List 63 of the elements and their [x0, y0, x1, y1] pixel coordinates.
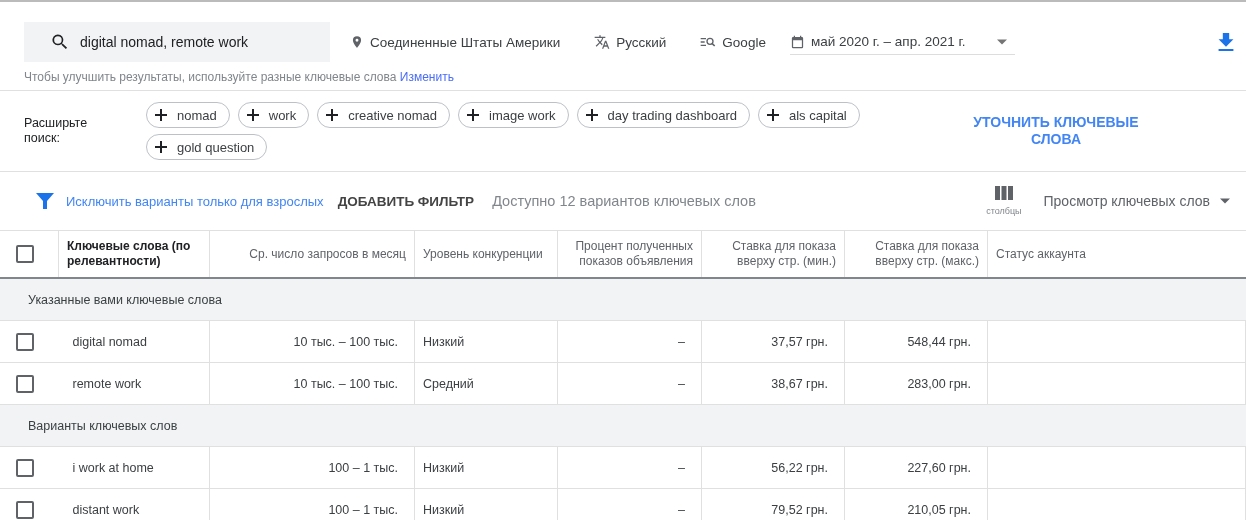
- columns-icon: [994, 186, 1013, 200]
- group-header: Указанные вами ключевые слова: [0, 278, 1246, 321]
- search-field[interactable]: digital nomad, remote work: [24, 22, 330, 62]
- date-range-selector[interactable]: май 2020 г. – апр. 2021 г.: [789, 29, 1016, 55]
- table-cell: 227,60 грн.: [844, 446, 988, 489]
- keyword-view-dropdown[interactable]: Просмотр ключевых слов: [1037, 192, 1236, 210]
- table-cell: 283,00 грн.: [844, 362, 988, 405]
- table-cell: Низкий: [414, 320, 558, 363]
- table-cell: –: [557, 362, 702, 405]
- search-list-icon: [700, 35, 717, 49]
- table-cell: –: [557, 320, 702, 363]
- search-value: digital nomad, remote work: [80, 34, 249, 50]
- table-cell: 79,52 грн.: [701, 488, 845, 520]
- table-cell: 10 тыс. – 100 тыс.: [209, 362, 415, 405]
- dropdown-caret-icon: [1220, 198, 1230, 204]
- broaden-label: Расширьте поиск:: [24, 116, 89, 146]
- row-checkbox[interactable]: [16, 458, 34, 477]
- table-cell: remote work: [58, 362, 210, 405]
- search-icon: [50, 32, 70, 52]
- table-cell: 100 – 1 тыс.: [209, 488, 415, 520]
- dropdown-caret-icon: [997, 38, 1008, 45]
- table-cell: Низкий: [414, 446, 558, 489]
- columns-button[interactable]: столбцы: [980, 185, 1028, 217]
- table-cell: 548,44 грн.: [844, 320, 988, 363]
- table-cell: digital nomad: [58, 320, 210, 363]
- table-cell: –: [557, 488, 702, 520]
- table-cell: distant work: [58, 488, 210, 520]
- setting-selector[interactable]: Соединенные Штаты Америки: [350, 34, 561, 50]
- plus-icon: [246, 109, 259, 121]
- table-cell: 37,57 грн.: [701, 320, 845, 363]
- table-cell: Низкий: [414, 488, 558, 520]
- table-cell: Средний: [414, 362, 558, 405]
- change-link[interactable]: Изменить: [399, 70, 454, 84]
- filter-icon[interactable]: [36, 192, 54, 210]
- refine-keywords-button[interactable]: УТОЧНИТЬ КЛЮЧЕВЫЕ СЛОВА: [956, 113, 1156, 149]
- download-icon[interactable]: [1218, 33, 1234, 51]
- available-count: Доступно 12 вариантов ключевых слов: [492, 193, 756, 209]
- row-checkbox[interactable]: [16, 332, 34, 351]
- setting-selector[interactable]: Google: [700, 34, 766, 50]
- add-filter-button[interactable]: ДОБАВИТЬ ФИЛЬТР: [331, 192, 481, 210]
- group-header: Варианты ключевых слов: [0, 404, 1246, 447]
- exclude-adult-link[interactable]: Исключить варианты только для взрослых: [66, 193, 324, 209]
- translate-icon: [594, 34, 611, 50]
- table-cell: –: [557, 446, 702, 489]
- table-cell: 56,22 грн.: [701, 446, 845, 489]
- table-cell: 38,67 грн.: [701, 362, 845, 405]
- table-cell: 10 тыс. – 100 тыс.: [209, 320, 415, 363]
- setting-selector[interactable]: Русский: [594, 34, 667, 50]
- table-cell: i work at home: [58, 446, 210, 489]
- plus-icon: [326, 109, 339, 121]
- row-checkbox[interactable]: [16, 374, 34, 393]
- select-all-checkbox[interactable]: [16, 245, 34, 263]
- location-pin-icon: [350, 34, 364, 50]
- table-cell: 100 – 1 тыс.: [209, 446, 415, 489]
- plus-icon: [766, 109, 779, 121]
- calendar-icon: [789, 33, 805, 50]
- plus-icon: [155, 141, 167, 153]
- plus-icon: [467, 109, 480, 121]
- row-checkbox[interactable]: [16, 500, 34, 519]
- plus-icon: [585, 109, 598, 121]
- table-cell: 210,05 грн.: [844, 488, 988, 520]
- hint-text: Чтобы улучшить результаты, используйте разные ключевые слова: [24, 70, 397, 84]
- plus-icon: [155, 109, 167, 121]
